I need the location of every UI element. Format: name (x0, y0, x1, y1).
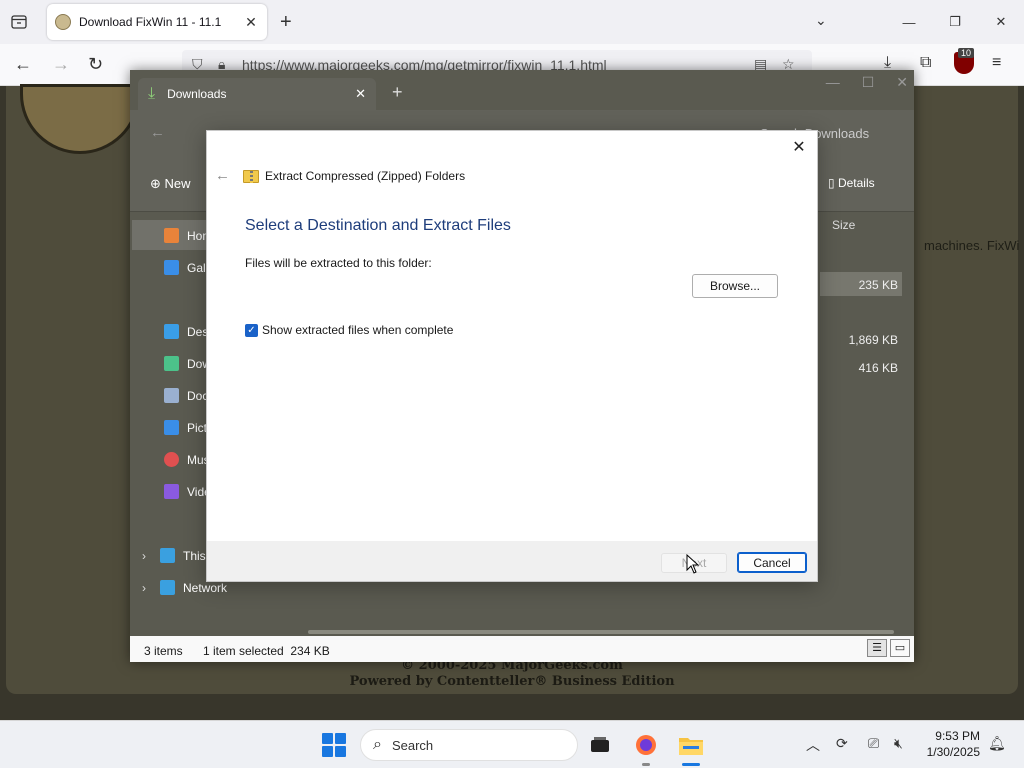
details-button[interactable]: ▯ Details (828, 176, 875, 190)
task-view-icon[interactable] (586, 731, 614, 759)
close-icon[interactable]: ✕ (789, 137, 809, 157)
browser-tab-title: Download FixWin 11 - 11.1 (79, 15, 222, 29)
new-button[interactable]: ⊕ New (150, 176, 191, 192)
new-tab-button[interactable]: + (392, 82, 403, 103)
dialog-header: Extract Compressed (Zipped) Folders (243, 169, 465, 183)
explorer-tab-title: Downloads (167, 87, 227, 101)
dialog-footer: Next Cancel (207, 541, 817, 581)
file-explorer-icon[interactable] (677, 731, 705, 759)
new-button-label: New (164, 176, 191, 191)
download-icon (164, 356, 179, 371)
desktop-icon (164, 324, 179, 339)
cancel-button[interactable]: Cancel (737, 552, 807, 573)
network-icon[interactable]: ⎚ (868, 735, 879, 752)
explorer-status-bar: 3 items 1 item selected 234 KB ☰ ▭ (130, 636, 914, 662)
chevron-right-icon[interactable]: › (142, 581, 146, 595)
forward-button[interactable]: → (52, 54, 70, 75)
browser-tab[interactable]: Download FixWin 11 - 11.1 ✕ (47, 4, 267, 40)
chevron-up-icon[interactable]: ︿ (806, 735, 820, 755)
volume-muted-icon[interactable]: 🔇︎ (894, 735, 903, 752)
document-icon (164, 388, 179, 403)
explorer-window-controls: — ☐ ✕ (826, 74, 908, 91)
taskbar: ⌕ Search ︿ ⟳ ⎚ 🔇︎ 9:53 PM 1/30/2025 🔔︎ (0, 720, 1024, 768)
horizontal-scrollbar[interactable] (308, 630, 894, 634)
explorer-active-indicator (682, 763, 700, 766)
firefox-running-indicator (642, 763, 650, 766)
show-files-checkbox[interactable]: ✓ (245, 323, 258, 337)
clock-date: 1/30/2025 (926, 745, 980, 759)
download-icon: ⤓ (148, 85, 156, 102)
status-item-count: 3 items (144, 644, 183, 658)
explorer-tab[interactable]: ⤓ Downloads ✕ (138, 78, 376, 110)
back-arrow-icon[interactable]: ← (215, 167, 230, 184)
file-size: 416 KB (858, 361, 898, 375)
majorgeeks-logo (20, 84, 140, 154)
extension-badge: 10 (958, 48, 975, 58)
sidebar-item-label: Network (183, 580, 228, 595)
computer-icon (160, 548, 175, 563)
destination-label: Files will be extracted to this folder: (245, 256, 432, 270)
chevron-right-icon[interactable]: › (142, 549, 146, 563)
firefox-icon[interactable] (632, 731, 660, 759)
pictures-icon (164, 420, 179, 435)
videos-icon (164, 484, 179, 499)
firefox-view-icon[interactable] (8, 12, 30, 32)
zip-folder-icon (243, 169, 259, 183)
details-view-icon[interactable]: ☰ (867, 639, 887, 657)
network-icon (160, 580, 175, 595)
notification-bell-icon[interactable]: 🔔︎ (988, 735, 1006, 752)
maximize-button[interactable]: ☐ (862, 74, 875, 91)
windows-start-icon[interactable] (322, 733, 346, 757)
mouse-cursor-icon (686, 554, 700, 574)
music-icon (164, 452, 179, 467)
menu-icon[interactable]: ≡ (992, 54, 1001, 72)
sync-icon[interactable]: ⟳ (836, 735, 848, 752)
search-icon: ⌕ (373, 736, 382, 753)
extract-dialog: ✕ ← Extract Compressed (Zipped) Folders … (206, 130, 818, 582)
majorgeeks-favicon-icon (55, 14, 71, 30)
sidebar-item-network[interactable]: › Network (142, 580, 227, 595)
clock-time: 9:53 PM (935, 729, 980, 743)
browser-window-controls: — ❐ ✕ (886, 0, 1024, 44)
tiles-view-icon[interactable]: ▭ (890, 639, 910, 657)
back-icon[interactable]: ← (150, 124, 165, 141)
browse-button[interactable]: Browse... (692, 274, 778, 298)
close-window-button[interactable]: ✕ (978, 0, 1024, 44)
page-snippet: machines. FixWi (924, 238, 1020, 253)
taskbar-search[interactable]: ⌕ Search (360, 729, 578, 761)
back-button[interactable]: ← (14, 54, 32, 75)
column-header-size[interactable]: Size (832, 218, 855, 232)
restore-button[interactable]: ❐ (932, 0, 978, 44)
taskbar-clock[interactable]: 9:53 PM 1/30/2025 (920, 728, 980, 760)
gallery-icon (164, 260, 179, 275)
home-icon (164, 228, 179, 243)
close-window-button[interactable]: ✕ (896, 74, 908, 91)
chevron-down-icon[interactable]: ⌄ (815, 12, 827, 29)
browser-tabbar: Download FixWin 11 - 11.1 ✕ + ⌄ — ❐ ✕ (0, 0, 1024, 44)
explorer-tabbar: ⤓ Downloads ✕ + — ☐ ✕ (130, 70, 914, 110)
close-tab-icon[interactable]: ✕ (243, 14, 259, 31)
dialog-title: Select a Destination and Extract Files (245, 217, 511, 234)
file-size: 235 KB (858, 278, 898, 292)
status-selection: 1 item selected 234 KB (203, 644, 330, 658)
taskbar-search-placeholder: Search (391, 737, 434, 753)
file-size: 1,869 KB (848, 333, 898, 347)
details-button-label: Details (837, 176, 875, 190)
page-footer-powered: Powered by Contentteller® Business Editi… (349, 674, 675, 689)
show-files-checkbox-label: Show extracted files when complete (262, 323, 454, 337)
extensions-icon[interactable]: ⧉ (920, 54, 931, 72)
reload-button[interactable]: ↻ (88, 54, 103, 75)
minimize-button[interactable]: — (886, 0, 932, 44)
new-tab-button[interactable]: + (280, 11, 292, 34)
minimize-button[interactable]: — (826, 74, 840, 91)
close-icon[interactable]: ✕ (355, 86, 366, 102)
dialog-header-text: Extract Compressed (Zipped) Folders (265, 169, 466, 183)
show-files-checkbox-row[interactable]: ✓ Show extracted files when complete (245, 323, 453, 337)
